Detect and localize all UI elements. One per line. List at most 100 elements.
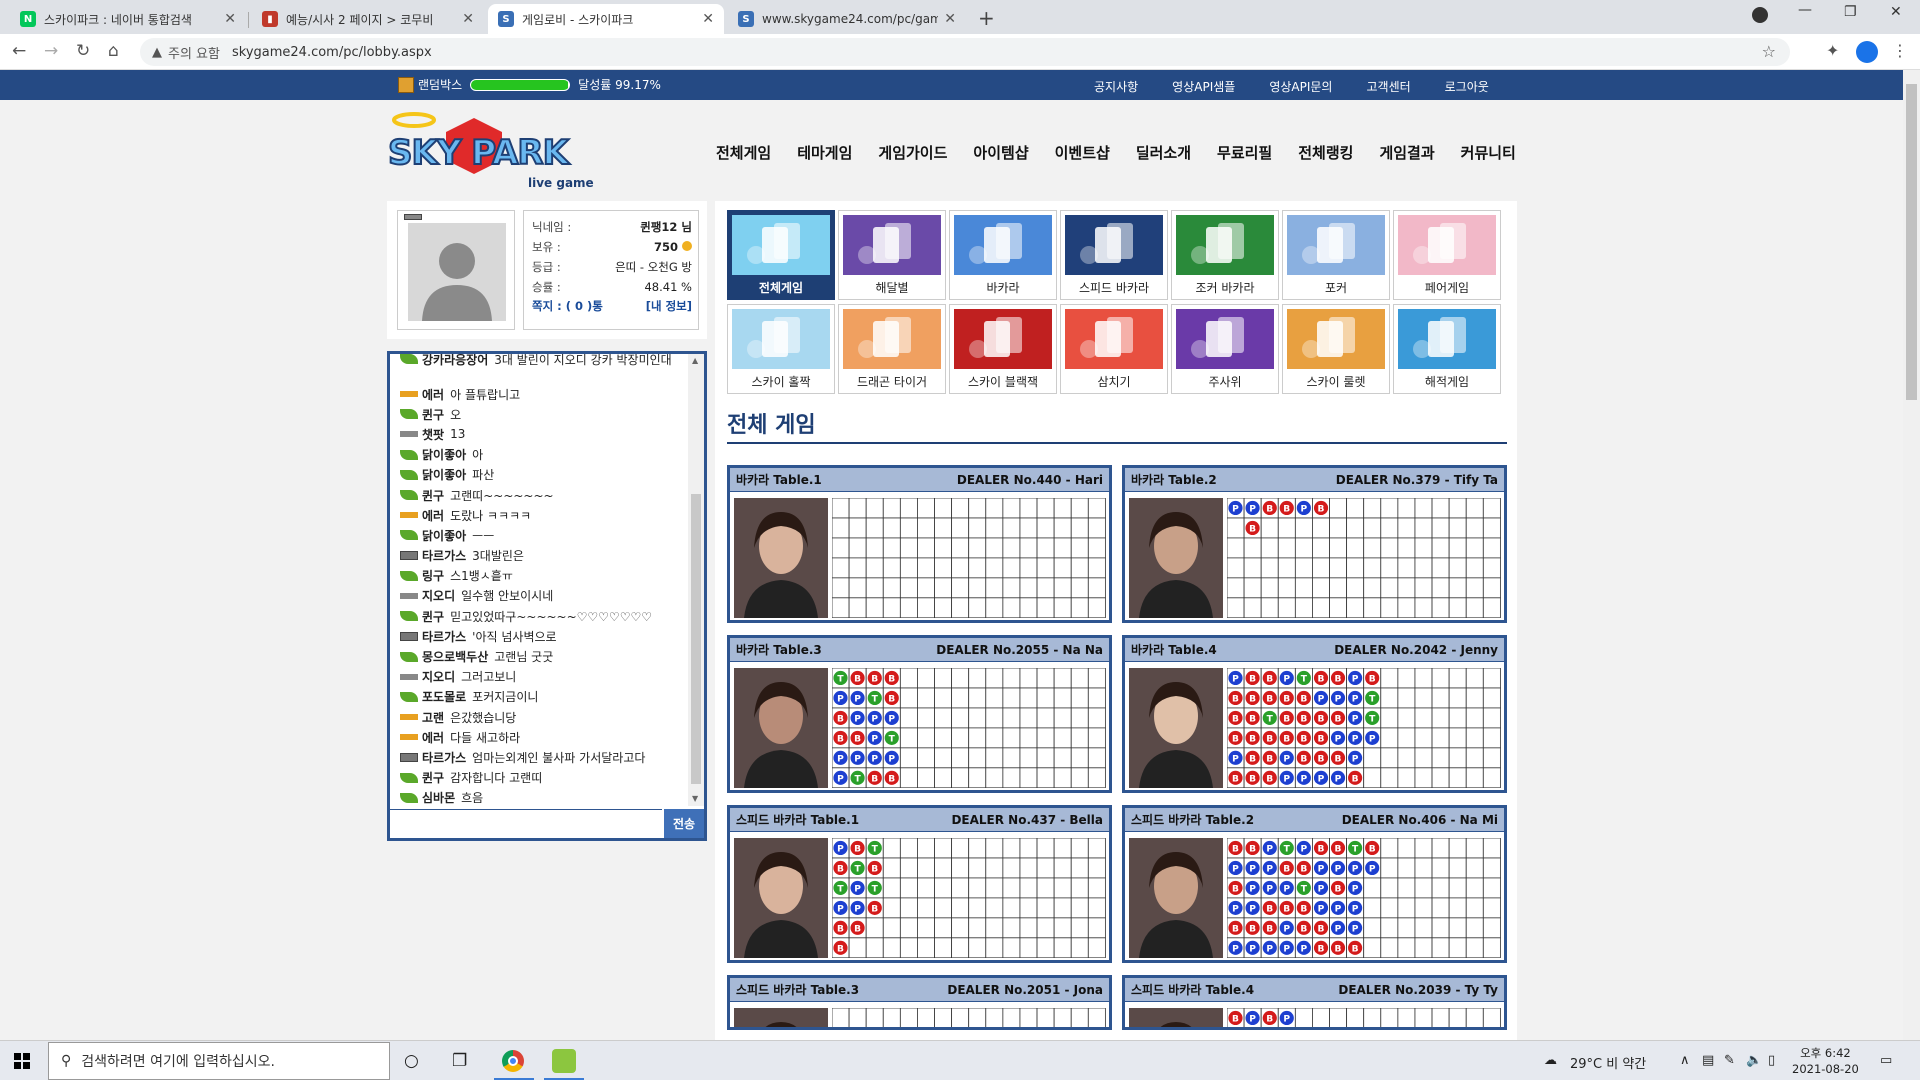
- taskbar-search[interactable]: ⚲ 검색하려면 여기에 입력하십시오.: [48, 1042, 390, 1080]
- chat-nickname[interactable]: 지오디: [422, 587, 455, 604]
- game-tile[interactable]: 조커 바카라: [1171, 210, 1279, 300]
- game-tile[interactable]: 해달별: [838, 210, 946, 300]
- game-tile[interactable]: 전체게임: [727, 210, 835, 300]
- baccarat-table-card[interactable]: 스피드 바카라 Table.2 DEALER No.406 - Na Mi B P B P…: [1122, 805, 1507, 963]
- game-tile[interactable]: 스카이 룰렛: [1282, 304, 1390, 394]
- chat-nickname[interactable]: 에러: [422, 507, 444, 524]
- nav-community[interactable]: 커뮤니티: [1461, 142, 1516, 163]
- send-button[interactable]: 전송: [664, 809, 704, 838]
- chat-scrollbar[interactable]: ▲ ▼: [688, 354, 704, 806]
- volume-icon[interactable]: 🔈: [1746, 1053, 1762, 1068]
- game-tile[interactable]: 페어게임: [1393, 210, 1501, 300]
- task-view-icon[interactable]: ❐: [452, 1051, 467, 1071]
- chat-nickname[interactable]: 타르가스: [422, 547, 466, 564]
- chat-nickname[interactable]: 퀸구: [422, 769, 444, 786]
- browser-tab-4[interactable]: S www.skygame24.com/pc/game/ ✕: [728, 4, 966, 34]
- browser-tab-3[interactable]: S 게임로비 - 스카이파크 ✕: [488, 4, 724, 34]
- new-tab-plus-icon[interactable]: +: [978, 6, 995, 30]
- message-link[interactable]: 쪽지 : ( 0 )통: [532, 298, 603, 314]
- tray-chevron-icon[interactable]: ∧: [1680, 1053, 1690, 1068]
- close-icon[interactable]: ✕: [702, 11, 714, 27]
- logout-link[interactable]: 로그아웃: [1445, 78, 1489, 95]
- chat-nickname[interactable]: 링구: [422, 567, 444, 584]
- maximize-icon[interactable]: ❐: [1844, 4, 1857, 20]
- chat-input[interactable]: [390, 809, 662, 838]
- nav-game-results[interactable]: 게임결과: [1379, 142, 1434, 163]
- back-arrow-icon[interactable]: ←: [12, 41, 26, 61]
- chat-nickname[interactable]: 강카라응장어: [422, 354, 488, 367]
- forward-arrow-icon[interactable]: →: [44, 41, 58, 61]
- game-tile[interactable]: 드래곤 타이거: [838, 304, 946, 394]
- reload-icon[interactable]: ↻: [76, 41, 90, 61]
- nav-dealers[interactable]: 딜러소개: [1136, 142, 1191, 163]
- baccarat-table-card[interactable]: 스피드 바카라 Table.4DEALER No.2039 - Ty TyBPP…: [1122, 975, 1507, 1030]
- chrome-icon[interactable]: [502, 1050, 524, 1072]
- chat-nickname[interactable]: 고랜: [422, 709, 444, 726]
- weather-icon[interactable]: ☁: [1544, 1053, 1557, 1068]
- game-tile[interactable]: 바카라: [949, 210, 1057, 300]
- nav-free-refill[interactable]: 무료리필: [1217, 142, 1272, 163]
- page-scroll-thumb[interactable]: [1906, 84, 1917, 400]
- nav-event-shop[interactable]: 이벤트샵: [1055, 142, 1110, 163]
- nav-item-shop[interactable]: 아이템샵: [973, 142, 1028, 163]
- scroll-up-icon[interactable]: ▲: [692, 356, 698, 365]
- random-box-area[interactable]: 랜덤박스 달성률 99.17%: [398, 76, 661, 93]
- nav-all-games[interactable]: 전체게임: [716, 142, 771, 163]
- chat-nickname[interactable]: 퀸구: [422, 608, 444, 625]
- chat-nickname[interactable]: 에러: [422, 729, 444, 746]
- game-tile[interactable]: 스카이 홀짝: [727, 304, 835, 394]
- game-tile[interactable]: 스카이 블랙잭: [949, 304, 1057, 394]
- baccarat-table-card[interactable]: 스피드 바카라 Table.1 DEALER No.437 - Bella P B T P…: [727, 805, 1112, 963]
- game-tile[interactable]: 해적게임: [1393, 304, 1501, 394]
- windows-start-icon[interactable]: [14, 1053, 30, 1069]
- chat-nickname[interactable]: 닭이좋아: [422, 466, 466, 483]
- kakaotalk-icon[interactable]: [552, 1049, 576, 1073]
- game-tile[interactable]: 스피드 바카라: [1060, 210, 1168, 300]
- scroll-thumb[interactable]: [691, 494, 701, 784]
- extensions-puzzle-icon[interactable]: ✦: [1826, 41, 1839, 60]
- chat-nickname[interactable]: 지오디: [422, 668, 455, 685]
- my-info-link[interactable]: [내 정보]: [646, 298, 692, 314]
- game-tile[interactable]: 주사위: [1171, 304, 1279, 394]
- baccarat-table-card[interactable]: 스피드 바카라 Table.3 DEALER No.2051 - Jona: [727, 975, 1112, 1030]
- notification-icon[interactable]: ▭: [1880, 1053, 1892, 1068]
- chat-nickname[interactable]: 닭이좋아: [422, 527, 466, 544]
- chat-nickname[interactable]: 닭이좋아: [422, 446, 466, 463]
- scroll-down-icon[interactable]: ▼: [692, 794, 698, 803]
- battery-icon[interactable]: ▯: [1768, 1053, 1775, 1068]
- chat-nickname[interactable]: 포도몰로: [422, 688, 466, 705]
- game-tile[interactable]: 포커: [1282, 210, 1390, 300]
- weather-text[interactable]: 29°C 비 약간: [1570, 1053, 1646, 1072]
- taskbar-clock[interactable]: 오후 6:42 2021-08-20: [1792, 1045, 1859, 1077]
- page-scrollbar[interactable]: [1903, 70, 1920, 1040]
- baccarat-table-card[interactable]: 바카라 Table.1 DEALER No.440 - Hari: [727, 465, 1112, 623]
- customer-center-link[interactable]: 고객센터: [1366, 78, 1410, 95]
- chat-message-list[interactable]: 강카라응장어 3대 발린이 지오디 강카 박장미인대 에러 아 플튜랍니고 퀸구 오 챗팟 1…: [390, 354, 688, 806]
- notice-link[interactable]: 공지사항: [1094, 78, 1138, 95]
- profile-avatar-icon[interactable]: [1856, 41, 1878, 63]
- chat-nickname[interactable]: 타르가스: [422, 628, 466, 645]
- baccarat-table-card[interactable]: 바카라 Table.4 DEALER No.2042 - Jenny P B B B P B B…: [1122, 635, 1507, 793]
- close-window-icon[interactable]: ✕: [1890, 4, 1902, 20]
- nav-game-guide[interactable]: 게임가이드: [878, 142, 947, 163]
- pen-icon[interactable]: ✎: [1724, 1053, 1735, 1068]
- url-field[interactable]: ▲ 주의 요함 skygame24.com/pc/lobby.aspx ☆: [140, 38, 1790, 66]
- video-api-inquiry-link[interactable]: 영상API문의: [1269, 78, 1332, 95]
- chat-nickname[interactable]: 몽으로백두산: [422, 648, 488, 665]
- chat-nickname[interactable]: 심바몬: [422, 789, 455, 806]
- baccarat-table-card[interactable]: 바카라 Table.2 DEALER No.379 - Tify Ta P P B B B P…: [1122, 465, 1507, 623]
- browser-tab-1[interactable]: N 스카이파크 : 네이버 통합검색 ✕: [10, 4, 246, 34]
- game-tile[interactable]: 삼치기: [1060, 304, 1168, 394]
- chat-nickname[interactable]: 챗팟: [422, 426, 444, 443]
- network-icon[interactable]: ▤: [1702, 1053, 1714, 1068]
- browser-tab-2[interactable]: ▮ 예능/시사 2 페이지 > 코무비 ✕: [252, 4, 484, 34]
- close-icon[interactable]: ✕: [224, 11, 236, 27]
- nav-ranking[interactable]: 전체랭킹: [1298, 142, 1353, 163]
- warning-triangle-icon[interactable]: ▲: [152, 45, 162, 60]
- chat-nickname[interactable]: 퀸구: [422, 406, 444, 423]
- skypark-logo[interactable]: SKY PARK live games: [384, 108, 601, 192]
- chat-nickname[interactable]: 퀸구: [422, 487, 444, 504]
- security-status[interactable]: 주의 요함: [168, 43, 220, 62]
- home-icon[interactable]: ⌂: [108, 41, 119, 61]
- nav-theme-games[interactable]: 테마게임: [797, 142, 852, 163]
